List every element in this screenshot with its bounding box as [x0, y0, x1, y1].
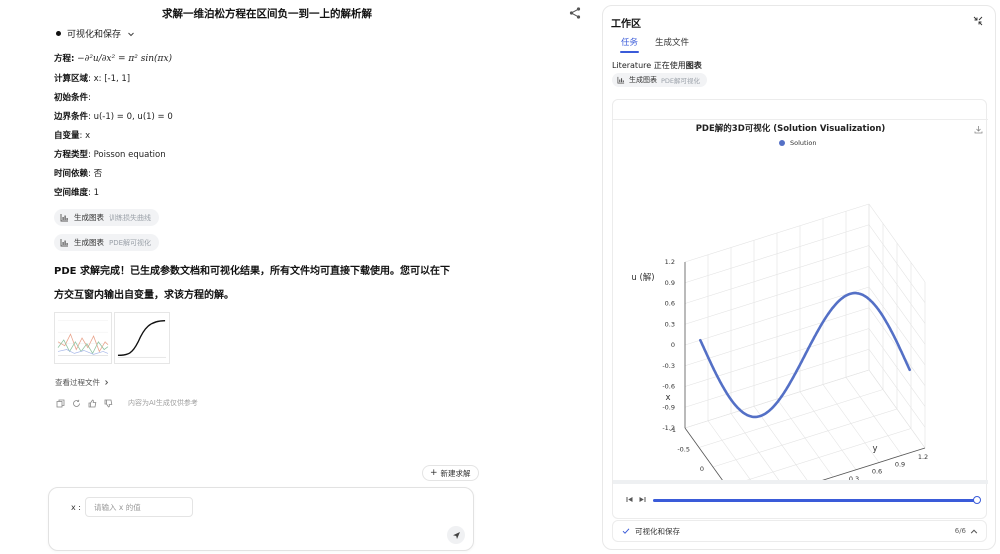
- param-boundary: 边界条件: u(-1) = 0, u(1) = 0: [54, 112, 173, 122]
- param-equation: 方程: −∂²u/∂x² = π² sin(πx): [54, 54, 173, 64]
- player-knob[interactable]: [973, 496, 981, 504]
- plus-icon: +: [430, 468, 438, 478]
- plot-3d[interactable]: 1.20.90.60.30-0.3-0.6-0.9-1.2-1-0.500.51…: [613, 148, 988, 480]
- u-tick-label: -0.3: [662, 362, 675, 370]
- u-axis-label: u (解): [631, 272, 654, 283]
- player-track[interactable]: [653, 496, 981, 504]
- u-tick-label: 0.6: [665, 300, 675, 308]
- player-progress-fill: [653, 499, 977, 502]
- solution-thumbnail[interactable]: [114, 312, 170, 364]
- chart-icon: [617, 76, 625, 84]
- view-process-files-link[interactable]: 查看过程文件: [55, 377, 110, 388]
- chart-icon: [60, 214, 68, 222]
- y-tick-label: 0.6: [872, 468, 882, 476]
- tool-status: Literature 正在使用图表: [612, 61, 702, 70]
- send-icon: [452, 531, 460, 539]
- send-button[interactable]: [447, 526, 465, 544]
- progress-count: 6/6: [954, 527, 966, 535]
- chat-panel: 求解一维泊松方程在区间负一到一上的解析解 可视化和保存 方程: −∂²u/∂x²…: [0, 0, 600, 554]
- thumbs-down-icon[interactable]: [104, 399, 113, 408]
- thumbs-up-icon[interactable]: [88, 399, 97, 408]
- y-tick-label: 1.2: [918, 453, 928, 461]
- workspace-panel: 工作区 任务 生成文件 Literature 正在使用图表 生成图表 PDE解可视…: [602, 5, 996, 550]
- download-icon[interactable]: [974, 125, 983, 134]
- legend-marker: [779, 140, 785, 146]
- chart-legend[interactable]: Solution: [779, 139, 816, 147]
- step-label: 可视化和保存: [67, 30, 122, 40]
- u-tick-label: 0.9: [665, 279, 675, 287]
- u-tick-label: -0.9: [662, 403, 675, 411]
- chevron-up-icon: [970, 529, 978, 534]
- chart-title: PDE解的3D可视化 (Solution Visualization): [695, 124, 886, 134]
- u-tick-label: -0.6: [662, 383, 675, 391]
- input-card: x :: [48, 487, 474, 551]
- page-title: 求解一维泊松方程在区间负一到一上的解析解: [162, 8, 372, 20]
- param-domain: 计算区域: x: [-1, 1]: [54, 74, 131, 84]
- chart-icon: [60, 239, 68, 247]
- parameter-list: 方程: −∂²u/∂x² = π² sin(πx) 计算区域: x: [-1, …: [54, 50, 574, 203]
- workspace-title: 工作区: [611, 19, 641, 30]
- u-tick-label: 0.3: [665, 320, 675, 328]
- message-actions: 内容为AI生成仅供参考: [56, 398, 198, 408]
- y-axis-label: y: [872, 444, 877, 454]
- workspace-chip-pde-chart[interactable]: 生成图表 PDE解可视化: [612, 73, 708, 87]
- check-icon: [622, 528, 630, 534]
- grid-line: [698, 389, 884, 448]
- param-type: 方程类型: Poisson equation: [54, 150, 166, 160]
- active-tab-indicator: [620, 51, 639, 53]
- tab-generated-files[interactable]: 生成文件: [655, 36, 689, 48]
- step-toggle[interactable]: 可视化和保存: [56, 27, 135, 40]
- grid-line: [684, 427, 723, 480]
- x-tick-label: 0: [700, 465, 704, 473]
- y-tick-label: 0.9: [895, 460, 905, 468]
- x-tick-label: -0.5: [677, 446, 690, 454]
- chip-pde-chart[interactable]: 生成图表 PDE解可视化: [54, 234, 160, 251]
- param-time: 时间依赖: 否: [54, 169, 103, 179]
- x-axis-line: [684, 427, 723, 480]
- x-axis-label: x: [665, 393, 670, 403]
- u-tick-label: 0: [671, 341, 675, 349]
- x-input-label: x :: [71, 503, 81, 512]
- param-variable: 自变量: x: [54, 131, 91, 141]
- param-dimension: 空间维度: 1: [54, 188, 100, 198]
- task-progress-row[interactable]: 可视化和保存 6/6: [612, 520, 987, 542]
- collapse-icon[interactable]: [973, 16, 983, 26]
- loss-chart-thumbnail[interactable]: [54, 312, 112, 364]
- chevron-down-icon: [128, 32, 134, 36]
- chart-scroll-strip: [613, 480, 988, 484]
- grid-line: [746, 428, 912, 480]
- share-icon[interactable]: [568, 6, 582, 20]
- tab-tasks[interactable]: 任务: [621, 36, 638, 48]
- visualization-card: PDE解的3D可视化 (Solution Visualization) Solu…: [612, 99, 988, 519]
- legend-label: Solution: [790, 139, 817, 147]
- ai-disclaimer: 内容为AI生成仅供参考: [128, 399, 198, 407]
- new-solve-button[interactable]: + 新建求解: [422, 465, 479, 481]
- equation-formula: −∂²u/∂x² = π² sin(πx): [77, 54, 173, 64]
- copy-icon[interactable]: [56, 399, 65, 408]
- grid-line: [712, 408, 898, 468]
- bullet-icon: [56, 31, 61, 36]
- refresh-icon[interactable]: [72, 399, 81, 408]
- x-value-input[interactable]: [85, 497, 193, 517]
- x-tick-label: -1: [670, 426, 676, 434]
- answer-text: PDE 求解完成！已生成参数文档和可视化结果，所有文件均可直接下载使用。您可以在…: [54, 266, 450, 301]
- u-tick-label: 1.2: [665, 258, 675, 266]
- skip-forward-icon[interactable]: [638, 495, 647, 504]
- skip-back-icon[interactable]: [625, 495, 634, 504]
- chip-loss-chart[interactable]: 生成图表 训练损失曲线: [54, 209, 159, 226]
- animation-player: [613, 490, 988, 512]
- param-initial: 初始条件:: [54, 93, 91, 103]
- chevron-right-icon: [105, 380, 109, 385]
- divider: [613, 119, 988, 120]
